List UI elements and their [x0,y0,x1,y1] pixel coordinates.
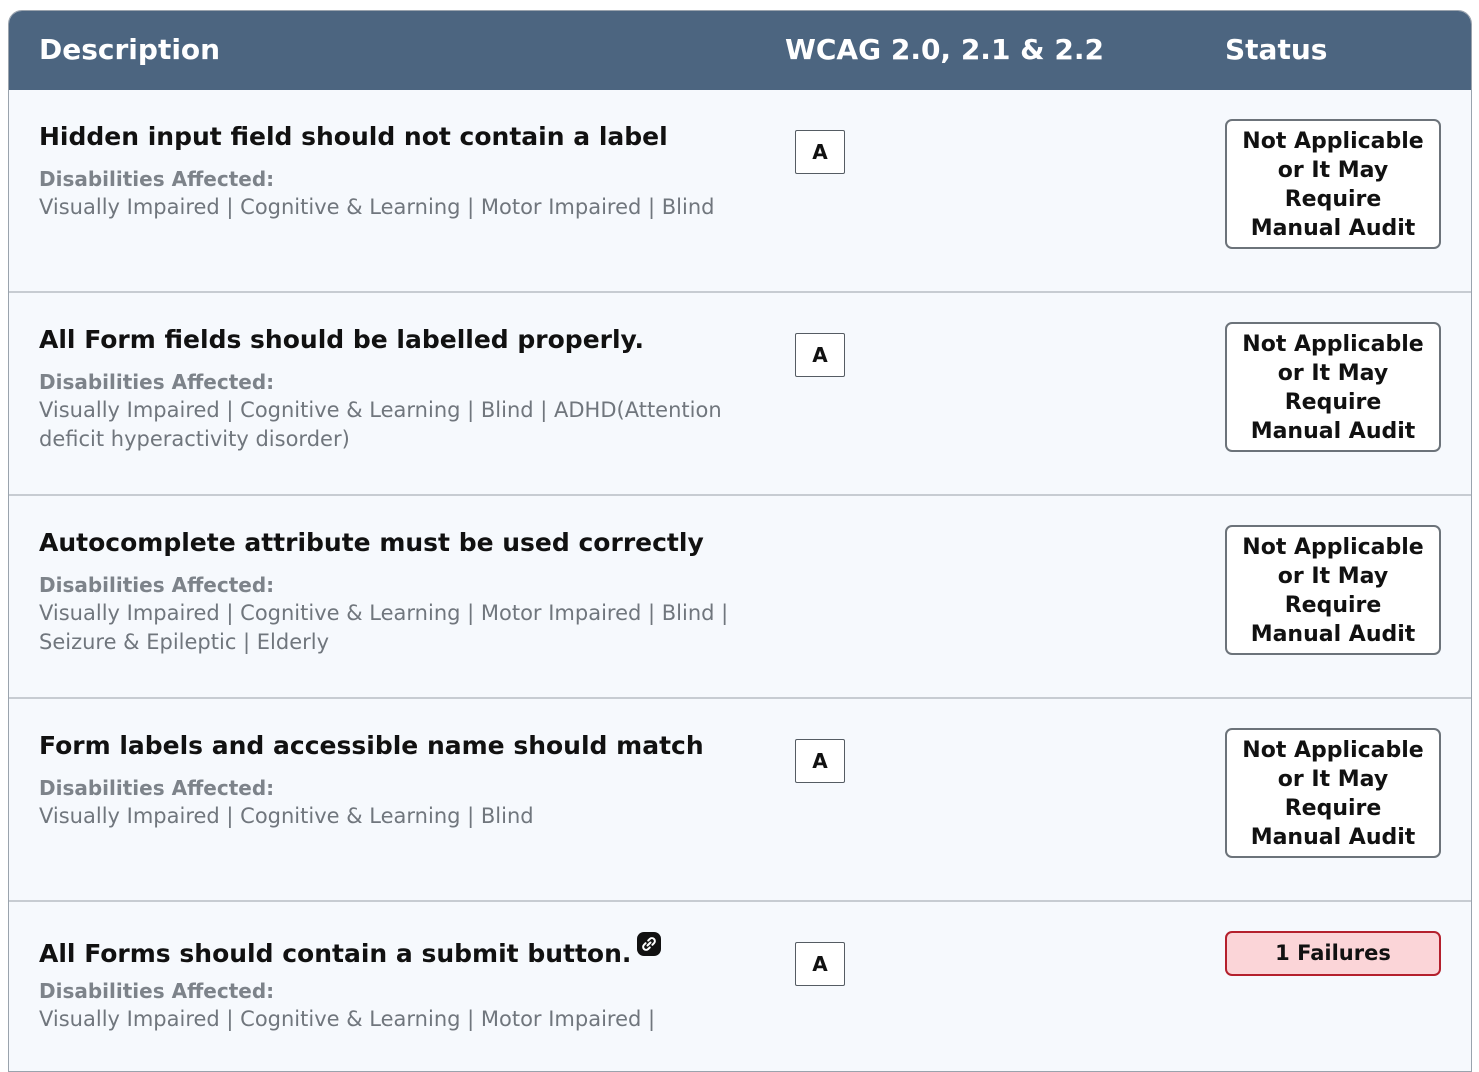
table-row: Autocomplete attribute must be used corr… [9,496,1471,699]
table-row: Form labels and accessible name should m… [9,699,1471,902]
disabilities-list: Visually Impaired | Cognitive & Learning… [39,1007,656,1031]
disabilities-list: Visually Impaired | Cognitive & Learning… [39,195,715,219]
wcag-level-badge: A [795,739,845,783]
disabilities-list: Visually Impaired | Cognitive & Learning… [39,804,534,828]
column-header-wcag: WCAG 2.0, 2.1 & 2.2 [785,33,1104,66]
table-row: All Form fields should be labelled prope… [9,293,1471,496]
status-badge: Not Applicable or It May Require Manual … [1225,728,1441,858]
wcag-level-badge: A [795,942,845,986]
disabilities-label: Disabilities Affected: [39,776,275,800]
rule-title: All Forms should contain a submit button… [39,932,662,971]
rule-title-text: All Forms should contain a submit button… [39,939,632,968]
status-badge: Not Applicable or It May Require Manual … [1225,119,1441,249]
status-badge: Not Applicable or It May Require Manual … [1225,525,1441,655]
disabilities-label: Disabilities Affected: [39,167,275,191]
disabilities-label: Disabilities Affected: [39,979,275,1003]
disabilities-list: Visually Impaired | Cognitive & Learning… [39,398,722,451]
disabilities-label: Disabilities Affected: [39,573,275,597]
wcag-level-badge: A [795,333,845,377]
table-row: Hidden input field should not contain a … [9,90,1471,293]
disabilities-list: Visually Impaired | Cognitive & Learning… [39,601,729,654]
rule-title: Form labels and accessible name should m… [39,731,704,760]
rule-title: Autocomplete attribute must be used corr… [39,528,704,557]
table-header: Description WCAG 2.0, 2.1 & 2.2 Status [9,11,1471,90]
disabilities-label: Disabilities Affected: [39,370,275,394]
failures-badge[interactable]: 1 Failures [1225,931,1441,976]
status-badge: Not Applicable or It May Require Manual … [1225,322,1441,452]
rule-title: Hidden input field should not contain a … [39,122,668,151]
accessibility-results-table: Description WCAG 2.0, 2.1 & 2.2 Status H… [8,10,1472,1072]
column-header-description: Description [39,33,221,66]
rule-title: All Form fields should be labelled prope… [39,325,645,354]
column-header-status: Status [1225,33,1328,66]
table-row: All Forms should contain a submit button… [9,902,1471,1071]
wcag-level-badge: A [795,130,845,174]
link-icon[interactable] [637,932,662,956]
